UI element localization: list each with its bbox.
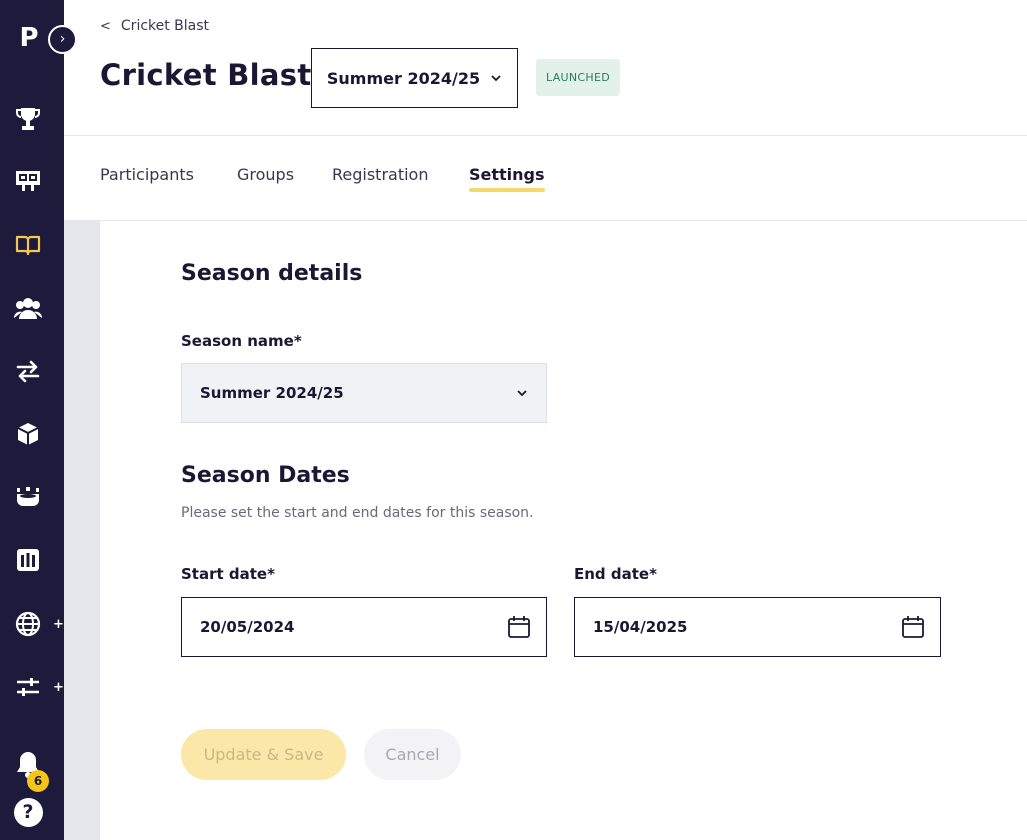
season-name-select[interactable]: Summer 2024/25 — [181, 363, 547, 423]
content-gutter — [64, 221, 100, 840]
globe-icon[interactable] — [12, 608, 44, 640]
tab-participants[interactable]: Participants — [100, 165, 194, 193]
update-save-button[interactable]: Update & Save — [181, 729, 346, 780]
sliders-icon[interactable] — [12, 671, 44, 703]
team-icon[interactable] — [12, 292, 44, 324]
breadcrumb-link[interactable]: Cricket Blast — [121, 18, 209, 34]
start-date-input[interactable]: 20/05/2024 — [181, 597, 547, 657]
season-name-value: Summer 2024/25 — [200, 384, 344, 402]
tab-registration[interactable]: Registration — [332, 165, 428, 193]
trophy-icon[interactable] — [12, 103, 44, 135]
tab-groups[interactable]: Groups — [237, 165, 294, 193]
app-logo[interactable]: P — [17, 22, 41, 54]
calendar-icon[interactable] — [900, 614, 926, 640]
chevron-down-icon — [517, 390, 527, 397]
sliders-expand-icon[interactable]: + — [53, 680, 64, 695]
end-date-value: 15/04/2025 — [593, 618, 688, 636]
settings-panel: Season details Season name* Summer 2024/… — [100, 221, 1027, 840]
cancel-button[interactable]: Cancel — [364, 729, 461, 780]
end-date-input[interactable]: 15/04/2025 — [574, 597, 941, 657]
tab-settings[interactable]: Settings — [469, 165, 545, 193]
start-date-label: Start date* — [181, 565, 275, 583]
season-details-heading: Season details — [181, 261, 363, 286]
status-badge: LAUNCHED — [536, 59, 620, 96]
end-date-label: End date* — [574, 565, 657, 583]
chevron-down-icon — [491, 75, 501, 82]
season-selector[interactable]: Summer 2024/25 — [311, 48, 518, 108]
scoreboard-icon[interactable] — [12, 164, 44, 196]
season-name-label: Season name* — [181, 332, 302, 350]
start-date-value: 20/05/2024 — [200, 618, 295, 636]
calendar-icon[interactable] — [506, 614, 532, 640]
book-icon[interactable] — [12, 229, 44, 261]
sidebar-expand-button[interactable]: › — [48, 25, 77, 54]
season-dates-heading: Season Dates — [181, 463, 350, 488]
globe-expand-icon[interactable]: + — [53, 617, 64, 632]
calendar-grid-icon[interactable] — [12, 544, 44, 576]
stadium-icon[interactable] — [12, 481, 44, 513]
help-icon[interactable]: ? — [12, 796, 44, 828]
package-icon[interactable] — [12, 418, 44, 450]
sidebar: P + + 6 ? — [0, 0, 64, 840]
season-selector-label: Summer 2024/25 — [326, 68, 481, 88]
tab-bar: Participants Groups Registration Setting… — [64, 136, 1027, 221]
notification-badge: 6 — [27, 770, 49, 792]
chevron-left-icon: < — [100, 18, 111, 34]
season-dates-help: Please set the start and end dates for t… — [181, 505, 534, 521]
transfer-icon[interactable] — [12, 355, 44, 387]
breadcrumb[interactable]: < Cricket Blast — [100, 18, 209, 34]
page-title: Cricket Blast — [100, 58, 312, 92]
page-header: < Cricket Blast Cricket Blast Summer 202… — [64, 0, 1027, 136]
